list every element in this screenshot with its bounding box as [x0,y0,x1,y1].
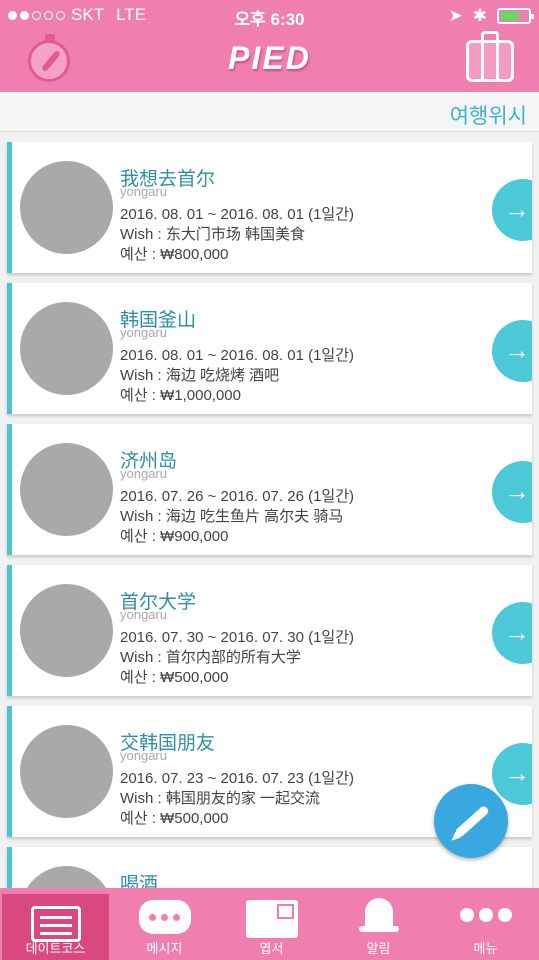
avatar [20,302,113,395]
avatar [20,725,113,818]
tab-label: 데이트코스 [25,941,86,956]
page-title: 여행위시 [449,105,527,128]
arrow-right-icon[interactable]: → [492,179,532,241]
tab-postcard[interactable]: 엽서 [218,888,325,960]
trip-user: yongaru [120,748,167,763]
trip-budget: 예산 : ₩800,000 [120,246,229,263]
avatar [20,443,113,536]
course-icon [30,906,81,942]
trip-card[interactable]: 首尔大学 yongaru 2016. 07. 30 ~ 2016. 07. 30… [7,565,532,696]
trip-budget: 예산 : ₩500,000 [120,669,229,686]
trip-date: 2016. 07. 23 ~ 2016. 07. 23 (1일간) [120,770,355,787]
trip-user: yongaru [120,184,167,199]
tab-notification[interactable]: 알림 [325,888,432,960]
trip-budget: 예산 : ₩900,000 [120,528,229,545]
tab-label: 메시지 [146,941,183,956]
location-icon: ➤ [448,6,463,25]
trip-user: yongaru [120,466,167,481]
trip-budget: 예산 : ₩1,000,000 [120,387,241,404]
bell-icon [358,898,399,932]
trip-wish: Wish : 首尔内部的所有大学 [120,649,301,666]
tab-bar: 데이트코스 메시지 엽서 알림 메뉴 [0,888,539,960]
avatar [20,584,113,677]
app-logo: PIED [228,40,311,76]
trip-user: yongaru [120,325,167,340]
battery-icon [497,8,534,24]
trip-wish: Wish : 韩国朋友的家 一起交流 [120,790,321,807]
trip-list: 我想去首尔 yongaru 2016. 08. 01 ~ 2016. 08. 0… [7,142,532,897]
trip-date: 2016. 07. 26 ~ 2016. 07. 26 (1일간) [120,488,355,505]
arrow-right-icon[interactable]: → [492,320,532,382]
postcard-icon [245,900,298,938]
tab-menu[interactable]: 메뉴 [432,888,539,960]
sub-header: 여행위시 [0,92,539,132]
tab-message[interactable]: 메시지 [111,888,218,960]
tab-label: 알림 [366,941,391,956]
trip-card[interactable]: 济州岛 yongaru 2016. 07. 26 ~ 2016. 07. 26 … [7,424,532,555]
tab-date-course[interactable]: 데이트코스 [2,894,109,960]
tab-label: 메뉴 [473,941,498,956]
trip-wish: Wish : 东大门市场 韩国美食 [120,226,306,243]
trip-date: 2016. 08. 01 ~ 2016. 08. 01 (1일간) [120,206,355,223]
write-button[interactable] [434,784,508,858]
app-header: SKT LTE 오후 6:30 ➤ ✱ PIED [0,0,539,92]
avatar [20,161,113,254]
trip-wish: Wish : 海边 吃烧烤 酒吧 [120,367,280,384]
trip-date: 2016. 08. 01 ~ 2016. 08. 01 (1일간) [120,347,355,364]
trip-card[interactable]: 韩国釜山 yongaru 2016. 08. 01 ~ 2016. 08. 01… [7,283,532,414]
bluetooth-icon: ✱ [472,6,487,25]
status-bar: SKT LTE 오후 6:30 ➤ ✱ [0,0,539,30]
trip-budget: 예산 : ₩500,000 [120,810,229,827]
pen-icon [454,804,490,839]
trip-wish: Wish : 海边 吃生鱼片 高尔夫 骑马 [120,508,344,525]
trip-user: yongaru [120,607,167,622]
tab-label: 엽서 [259,941,284,956]
trip-card[interactable]: 我想去首尔 yongaru 2016. 08. 01 ~ 2016. 08. 0… [7,142,532,273]
arrow-right-icon[interactable]: → [492,602,532,664]
chat-icon [138,900,191,934]
more-icon [459,908,512,922]
trip-date: 2016. 07. 30 ~ 2016. 07. 30 (1일간) [120,629,355,646]
suitcase-icon[interactable] [466,31,514,82]
arrow-right-icon[interactable]: → [492,461,532,523]
